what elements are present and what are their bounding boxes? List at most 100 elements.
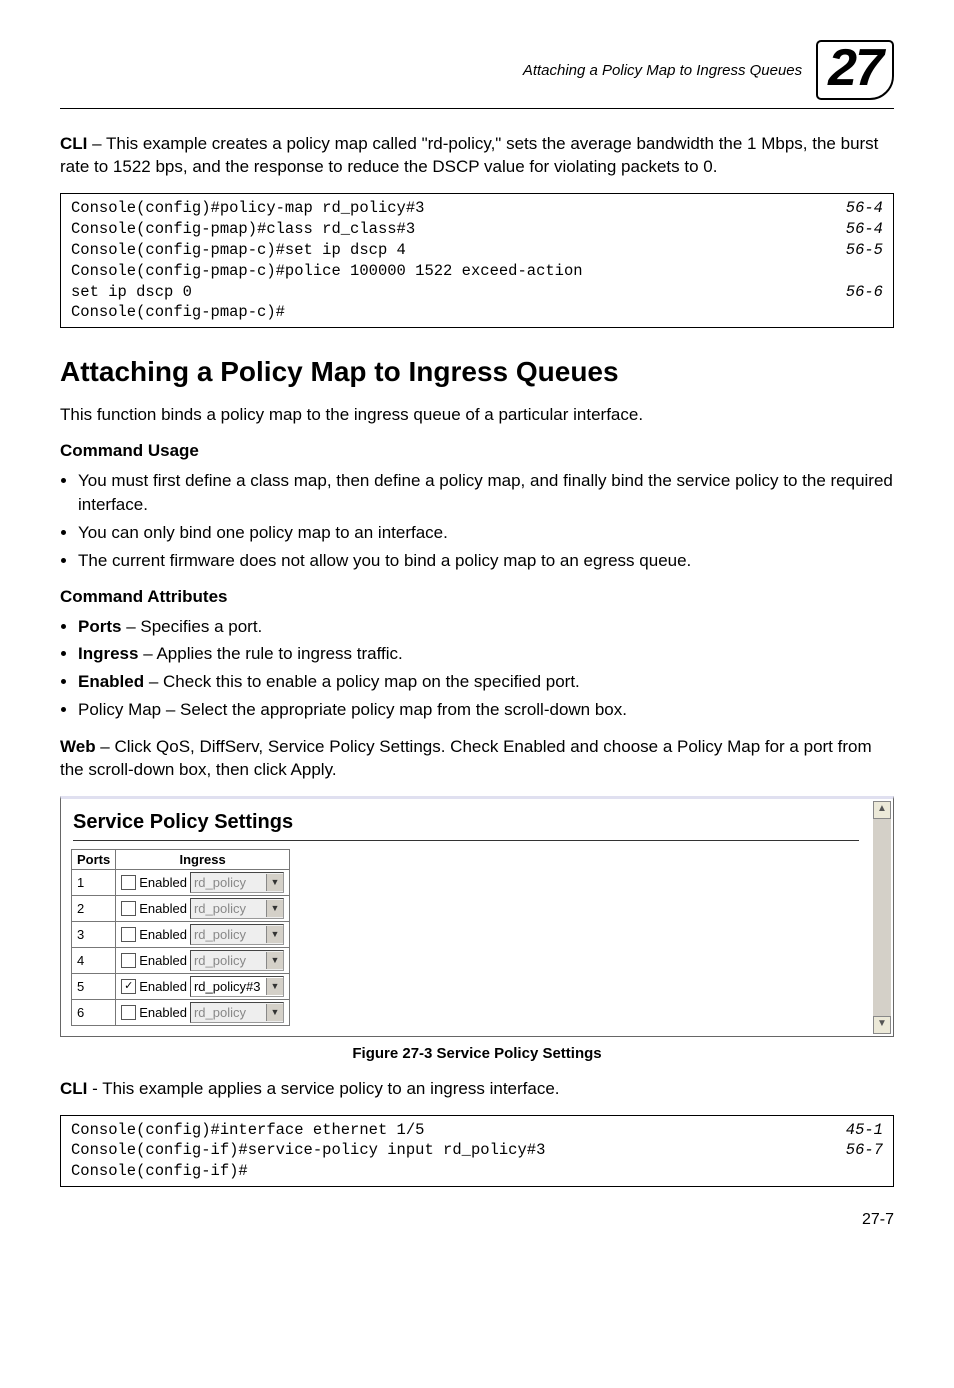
- port-cell: 1: [72, 869, 116, 895]
- chevron-down-icon[interactable]: ▼: [266, 978, 283, 995]
- port-cell: 5: [72, 973, 116, 999]
- cli-intro-paragraph: CLI – This example creates a policy map …: [60, 133, 894, 179]
- attr-text: – Specifies a port.: [121, 617, 262, 636]
- enabled-label: Enabled: [139, 1005, 187, 1020]
- section-intro: This function binds a policy map to the …: [60, 404, 894, 427]
- chevron-down-icon[interactable]: ▼: [266, 900, 283, 917]
- attr-item: Policy Map – Select the appropriate poli…: [78, 698, 894, 722]
- code-ref: [873, 1161, 883, 1182]
- code-line: Console(config-pmap-c)#police 100000 152…: [71, 261, 583, 282]
- port-cell: 3: [72, 921, 116, 947]
- table-row: 1 Enabled rd_policy ▼: [72, 869, 290, 895]
- enabled-label: Enabled: [139, 953, 187, 968]
- usage-item: You can only bind one policy map to an i…: [78, 521, 894, 545]
- cli2-paragraph: CLI - This example applies a service pol…: [60, 1078, 894, 1101]
- page-header: Attaching a Policy Map to Ingress Queues…: [60, 40, 894, 100]
- service-policy-table: Ports Ingress 1 Enabled rd_policy ▼ 2: [71, 849, 290, 1026]
- policy-value: rd_policy: [191, 901, 266, 916]
- policy-value: rd_policy: [191, 875, 266, 890]
- cli2-body: - This example applies a service policy …: [87, 1079, 559, 1098]
- section-title: Attaching a Policy Map to Ingress Queues: [60, 356, 894, 388]
- code-ref: 45-1: [836, 1120, 883, 1141]
- code-line: Console(config)#interface ethernet 1/5: [71, 1120, 424, 1141]
- code-line: Console(config-pmap)#class rd_class#3: [71, 219, 415, 240]
- chevron-down-icon[interactable]: ▼: [266, 874, 283, 891]
- policy-value: rd_policy: [191, 927, 266, 942]
- chevron-down-icon[interactable]: ▼: [266, 1004, 283, 1021]
- attrs-list: Ports – Specifies a port. Ingress – Appl…: [60, 615, 894, 722]
- usage-list: You must first define a class map, then …: [60, 469, 894, 572]
- enabled-label: Enabled: [139, 927, 187, 942]
- policy-select[interactable]: rd_policy ▼: [190, 950, 284, 971]
- web-body: – Click QoS, DiffServ, Service Policy Se…: [60, 737, 872, 779]
- usage-item: You must first define a class map, then …: [78, 469, 894, 517]
- table-row: 4 Enabled rd_policy ▼: [72, 947, 290, 973]
- enabled-checkbox[interactable]: ✓: [121, 979, 136, 994]
- col-ingress: Ingress: [116, 849, 290, 869]
- code-line: Console(config-if)#service-policy input …: [71, 1140, 545, 1161]
- web-paragraph: Web – Click QoS, DiffServ, Service Polic…: [60, 736, 894, 782]
- enabled-checkbox[interactable]: [121, 953, 136, 968]
- table-row: 2 Enabled rd_policy ▼: [72, 895, 290, 921]
- attr-label: Ports: [78, 617, 121, 636]
- table-row: 3 Enabled rd_policy ▼: [72, 921, 290, 947]
- port-cell: 4: [72, 947, 116, 973]
- table-row: 6 Enabled rd_policy ▼: [72, 999, 290, 1025]
- code-ref: 56-6: [836, 282, 883, 303]
- policy-value: rd_policy#3: [191, 979, 266, 994]
- code-line: Console(config-pmap-c)#set ip dscp 4: [71, 240, 406, 261]
- chevron-down-icon[interactable]: ▼: [266, 926, 283, 943]
- code-line: set ip dscp 0: [71, 282, 192, 303]
- policy-value: rd_policy: [191, 1005, 266, 1020]
- header-rule: [60, 108, 894, 109]
- chevron-down-icon[interactable]: ▼: [266, 952, 283, 969]
- enabled-checkbox[interactable]: [121, 901, 136, 916]
- attr-item: Enabled – Check this to enable a policy …: [78, 670, 894, 694]
- code-ref: [873, 302, 883, 323]
- policy-select[interactable]: rd_policy ▼: [190, 872, 284, 893]
- attr-item: Ingress – Applies the rule to ingress tr…: [78, 642, 894, 666]
- attr-text: – Applies the rule to ingress traffic.: [138, 644, 402, 663]
- scroll-up-icon[interactable]: ▲: [873, 801, 891, 819]
- enabled-checkbox[interactable]: [121, 875, 136, 890]
- enabled-label: Enabled: [139, 901, 187, 916]
- code-line: Console(config-pmap-c)#: [71, 302, 285, 323]
- attr-text: – Check this to enable a policy map on t…: [144, 672, 580, 691]
- figure-caption: Figure 27-3 Service Policy Settings: [60, 1045, 894, 1062]
- code-block-2: Console(config)#interface ethernet 1/5 45…: [60, 1115, 894, 1188]
- code-line: Console(config)#policy-map rd_policy#3: [71, 198, 424, 219]
- port-cell: 6: [72, 999, 116, 1025]
- enabled-checkbox[interactable]: [121, 927, 136, 942]
- enabled-label: Enabled: [139, 979, 187, 994]
- policy-select[interactable]: rd_policy#3 ▼: [190, 976, 284, 997]
- attr-label: Ingress: [78, 644, 138, 663]
- policy-select[interactable]: rd_policy ▼: [190, 924, 284, 945]
- command-attributes-heading: Command Attributes: [60, 587, 894, 607]
- web-lead: Web: [60, 737, 96, 756]
- code-ref: 56-5: [836, 240, 883, 261]
- code-ref: 56-7: [836, 1140, 883, 1161]
- command-usage-heading: Command Usage: [60, 441, 894, 461]
- cli2-lead: CLI: [60, 1079, 87, 1098]
- header-title: Attaching a Policy Map to Ingress Queues: [523, 62, 802, 79]
- table-row: 5 ✓ Enabled rd_policy#3 ▼: [72, 973, 290, 999]
- figure-panel: ▲ ▼ Service Policy Settings Ports Ingres…: [60, 796, 894, 1037]
- policy-select[interactable]: rd_policy ▼: [190, 1002, 284, 1023]
- code-ref: [873, 261, 883, 282]
- usage-item: The current firmware does not allow you …: [78, 549, 894, 573]
- scrollbar[interactable]: ▲ ▼: [873, 801, 891, 1034]
- scroll-down-icon[interactable]: ▼: [873, 1016, 891, 1034]
- code-line: Console(config-if)#: [71, 1161, 248, 1182]
- enabled-label: Enabled: [139, 875, 187, 890]
- policy-value: rd_policy: [191, 953, 266, 968]
- code-ref: 56-4: [836, 198, 883, 219]
- page-number: 27-7: [60, 1211, 894, 1229]
- policy-select[interactable]: rd_policy ▼: [190, 898, 284, 919]
- cli-lead: CLI: [60, 134, 87, 153]
- code-block-1: Console(config)#policy-map rd_policy#3 56…: [60, 193, 894, 329]
- enabled-checkbox[interactable]: [121, 1005, 136, 1020]
- attr-label: Enabled: [78, 672, 144, 691]
- cli-body: – This example creates a policy map call…: [60, 134, 878, 176]
- port-cell: 2: [72, 895, 116, 921]
- chapter-number: 27: [816, 40, 894, 100]
